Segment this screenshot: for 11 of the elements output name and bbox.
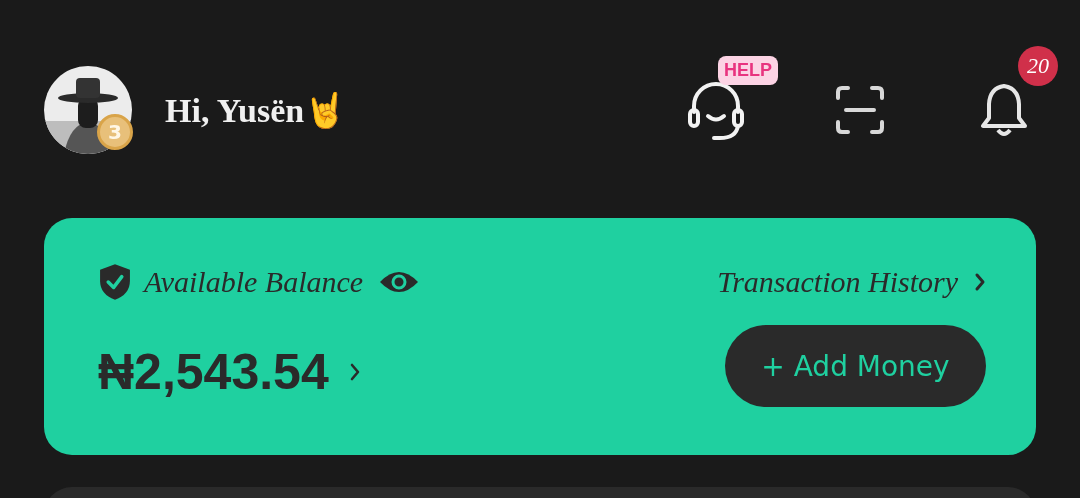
greeting-text: Hi, Yusën🤘 [165,91,347,130]
notification-count: 20 [1018,46,1058,86]
chevron-right-icon[interactable] [348,362,361,382]
shield-check-icon [98,263,132,301]
balance-amount: ₦2,543.54 [98,343,329,401]
add-money-button[interactable]: + Add Money [725,325,986,407]
transaction-history-link[interactable]: Transaction History [717,265,958,299]
balance-label: Available Balance [144,265,364,299]
eye-icon[interactable] [379,269,420,295]
chevron-right-icon[interactable] [974,272,986,292]
help-badge: HELP [718,56,778,85]
